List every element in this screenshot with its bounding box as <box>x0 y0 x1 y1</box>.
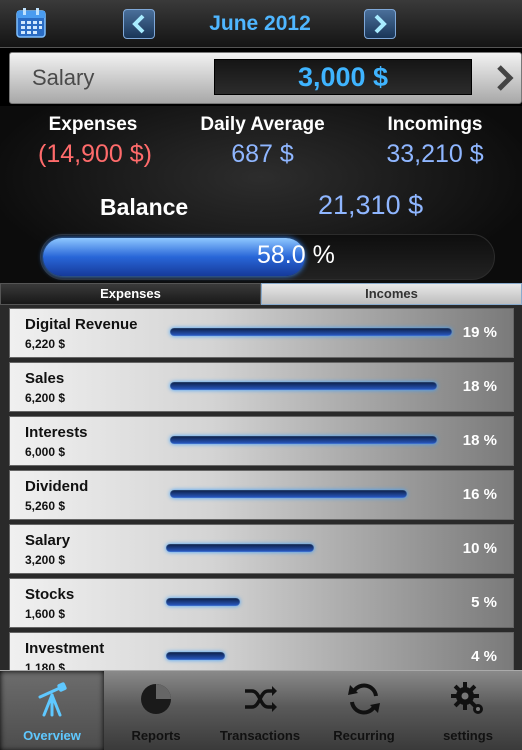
gear-icon <box>451 682 483 714</box>
tab-expenses[interactable]: Expenses <box>0 283 261 305</box>
list-item-name: Stocks <box>25 586 75 603</box>
salary-value[interactable]: 3,000 $ <box>214 59 472 95</box>
list-item-percent: 5 % <box>471 594 497 611</box>
daily-average-value: 687 $ <box>231 140 294 168</box>
list-item[interactable]: Stocks 1,600 $ 5 % <box>9 578 514 628</box>
pie-chart-icon <box>141 684 171 714</box>
expenses-value: (14,900 $) <box>38 140 152 168</box>
calendar-icon[interactable] <box>16 7 46 39</box>
list-item-name: Dividend <box>25 478 89 495</box>
list-item-bar <box>170 436 437 444</box>
list-item-bar <box>166 598 240 606</box>
tab-recurring[interactable]: Recurring <box>312 671 416 750</box>
list-item-name: Salary <box>25 532 71 549</box>
chevron-right-icon <box>374 14 387 34</box>
tab-reports-label: Reports <box>131 728 181 743</box>
tab-overview-label: Overview <box>23 728 81 743</box>
list-item-percent: 4 % <box>471 648 497 665</box>
list-item[interactable]: Digital Revenue 6,220 $ 19 % <box>9 308 514 358</box>
salary-label: Salary <box>32 65 95 90</box>
incomings-value: 33,210 $ <box>386 140 484 168</box>
list-item-name: Interests <box>25 424 88 441</box>
list-item-bar <box>166 652 225 660</box>
next-month-button[interactable] <box>364 9 396 39</box>
tab-settings-label: settings <box>443 728 493 743</box>
list-item-amount: 1,180 $ <box>25 661 66 670</box>
list-item[interactable]: Sales 6,200 $ 18 % <box>9 362 514 412</box>
list-item-name: Digital Revenue <box>25 316 138 333</box>
list-item[interactable]: Interests 6,000 $ 18 % <box>9 416 514 466</box>
balance-label: Balance <box>100 194 189 220</box>
balance-progress-bar: 58.0 % <box>40 234 495 280</box>
list-item-name: Investment <box>25 640 105 657</box>
list-item-bar <box>166 544 314 552</box>
summary-panel: Expenses (14,900 $) Daily Average 687 $ … <box>0 106 522 284</box>
chevron-left-icon <box>132 14 145 34</box>
list-item-bar <box>170 328 452 336</box>
tab-incomes[interactable]: Incomes <box>261 283 522 305</box>
list-item-amount: 6,200 $ <box>25 391 66 405</box>
tab-transactions-label: Transactions <box>219 728 301 743</box>
list-item-percent: 18 % <box>462 378 497 395</box>
month-title: June 2012 <box>209 12 311 35</box>
segmented-control: Expenses Incomes <box>0 283 522 305</box>
list-item-percent: 16 % <box>462 486 497 503</box>
list-item-amount: 6,220 $ <box>25 337 66 351</box>
tab-reports[interactable]: Reports <box>104 671 208 750</box>
daily-average-label: Daily Average <box>200 114 325 135</box>
list-item[interactable]: Investment 1,180 $ 4 % <box>9 632 514 670</box>
tab-bar: Overview Reports Transactions Recurring … <box>0 670 522 750</box>
telescope-icon <box>38 682 67 717</box>
list-item-name: Sales <box>25 370 65 387</box>
list-item[interactable]: Dividend 5,260 $ 16 % <box>9 470 514 520</box>
list-item-amount: 6,000 $ <box>25 445 66 459</box>
refresh-icon <box>348 683 380 715</box>
list-item-amount: 1,600 $ <box>25 607 66 621</box>
list-item-amount: 3,200 $ <box>25 553 66 567</box>
list-item-percent: 18 % <box>462 432 497 449</box>
salary-row[interactable]: Salary 3,000 $ <box>9 52 522 104</box>
list-item-amount: 5,260 $ <box>25 499 66 513</box>
balance-value: 21,310 $ <box>318 190 424 220</box>
shuffle-icon <box>245 686 277 712</box>
tab-transactions[interactable]: Transactions <box>208 671 312 750</box>
incomings-label: Incomings <box>387 114 483 135</box>
list-item-bar <box>170 490 407 498</box>
prev-month-button[interactable] <box>123 9 155 39</box>
list-item-percent: 10 % <box>462 540 497 557</box>
top-bar: June 2012 <box>0 0 522 48</box>
tab-settings[interactable]: settings <box>416 671 522 750</box>
chevron-right-icon[interactable] <box>493 63 517 93</box>
tab-recurring-label: Recurring <box>333 728 395 743</box>
list-item[interactable]: Salary 3,200 $ 10 % <box>9 524 514 574</box>
incomes-list[interactable]: Digital Revenue 6,220 $ 19 % Sales 6,200 $ 18… <box>0 305 522 670</box>
expenses-label: Expenses <box>48 114 138 135</box>
tab-overview[interactable]: Overview <box>0 671 104 750</box>
list-item-percent: 19 % <box>462 324 497 341</box>
list-item-bar <box>170 382 437 390</box>
progress-percent: 58.0 % <box>257 241 335 269</box>
